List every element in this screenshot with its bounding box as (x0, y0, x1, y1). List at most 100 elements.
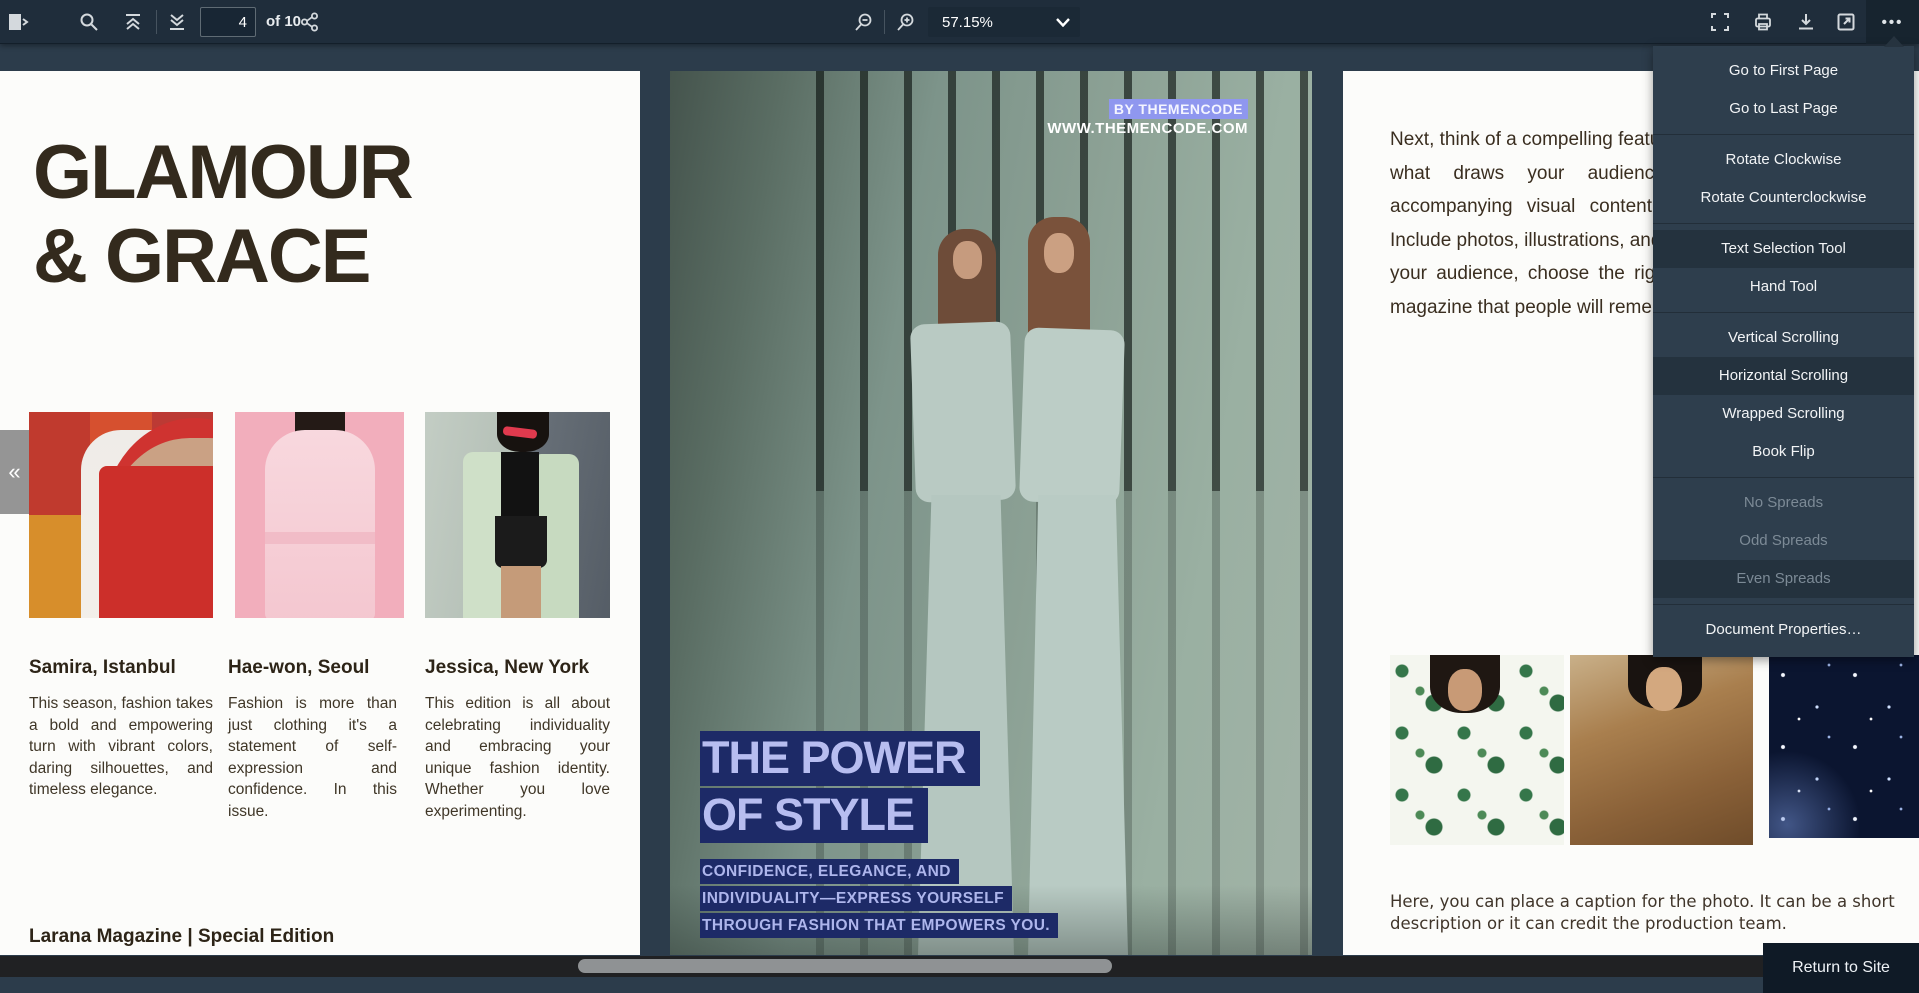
art-shape (1646, 667, 1682, 711)
sidebar-toggle-icon (8, 13, 30, 31)
magazine-page-left: GLAMOUR & GRACE (0, 71, 640, 955)
search-button[interactable] (73, 6, 105, 38)
caption-line: description or it can credit the product… (1390, 913, 1919, 935)
art-shape (501, 566, 541, 618)
sidebar-toggle-button[interactable] (3, 6, 35, 38)
zoom-in-icon (896, 12, 916, 32)
toolbar: of 10 57.15% (0, 0, 1919, 44)
menu-separator (1653, 223, 1914, 224)
photo-haewon (235, 412, 404, 618)
pdf-viewer-app: of 10 57.15% (0, 0, 1919, 993)
byline-block: BY THEMENCODE WWW.THEMENCODE.COM (1047, 99, 1248, 137)
menu-item-even-spreads: Even Spreads (1653, 560, 1914, 598)
first-page-icon (123, 12, 143, 32)
menu-item-go-to-first-page[interactable]: Go to First Page (1653, 52, 1914, 90)
subtitle-line: INDIVIDUALITY—EXPRESS YOURSELF (700, 886, 1012, 911)
model-photo-row (29, 412, 610, 618)
menu-item-horizontal-scrolling[interactable]: Horizontal Scrolling (1653, 357, 1914, 395)
share-icon (300, 12, 320, 32)
model-name: Hae-won, Seoul (228, 657, 397, 679)
art-shape (1448, 669, 1482, 711)
page-number-input[interactable] (200, 7, 256, 37)
photo-row (1343, 655, 1919, 847)
title-line-2: & GRACE (33, 215, 412, 299)
menu-item-odd-spreads: Odd Spreads (1653, 522, 1914, 560)
toolbar-separator (884, 10, 885, 34)
model-description: This edition is all about celebrating in… (425, 693, 610, 822)
search-icon (79, 12, 99, 32)
byline-text-selected: BY THEMENCODE (1109, 99, 1248, 119)
print-button[interactable] (1747, 6, 1779, 38)
website-text: WWW.THEMENCODE.COM (1047, 120, 1248, 137)
menu-separator (1653, 134, 1914, 135)
toolbar-separator (156, 10, 157, 34)
download-icon (1796, 12, 1816, 32)
secondary-menu: Go to First Page Go to Last Page Rotate … (1653, 46, 1914, 657)
feature-title-line-1: THE POWER (700, 731, 980, 786)
horizontal-scrollbar-thumb[interactable] (578, 959, 1112, 973)
menu-item-hand-tool[interactable]: Hand Tool (1653, 268, 1914, 306)
zoom-out-button[interactable] (848, 6, 880, 38)
art-shape (495, 516, 547, 568)
first-page-button[interactable] (117, 6, 149, 38)
model-name: Jessica, New York (425, 657, 610, 679)
share-button[interactable] (294, 6, 326, 38)
print-icon (1753, 12, 1773, 32)
zoom-in-button[interactable] (890, 6, 922, 38)
art-shape (910, 321, 1016, 502)
menu-separator (1653, 477, 1914, 478)
feature-title-line-2: OF STYLE (700, 788, 928, 843)
open-external-icon (1836, 12, 1856, 32)
menu-item-rotate-counterclockwise[interactable]: Rotate Counterclockwise (1653, 179, 1914, 217)
zoom-level-value: 57.15% (942, 14, 1056, 31)
menu-caret (1884, 36, 1904, 47)
subtitle-line: THROUGH FASHION THAT EMPOWERS YOU. (700, 913, 1058, 938)
photo-floral-dress (1390, 655, 1564, 845)
model-name: Samira, Istanbul (29, 657, 213, 679)
caption-line: Here, you can place a caption for the ph… (1390, 891, 1919, 913)
menu-item-book-flip[interactable]: Book Flip (1653, 433, 1914, 471)
art-shape (99, 466, 213, 618)
art-shape (265, 532, 375, 544)
return-to-site-button[interactable]: Return to Site (1763, 943, 1919, 993)
photo-jessica (425, 412, 610, 618)
photo-knit-sweater (1570, 655, 1753, 845)
menu-item-no-spreads: No Spreads (1653, 484, 1914, 522)
menu-separator (1653, 604, 1914, 605)
chevron-down-icon (1056, 14, 1070, 31)
photo-caption: Here, you can place a caption for the ph… (1390, 891, 1919, 935)
last-page-button[interactable] (161, 6, 193, 38)
title-line-1: GLAMOUR (33, 131, 412, 215)
zoom-level-select[interactable]: 57.15% (928, 7, 1080, 37)
art-shape (953, 241, 982, 279)
art-shape (265, 430, 375, 618)
menu-item-wrapped-scrolling[interactable]: Wrapped Scrolling (1653, 395, 1914, 433)
feature-subtitle-selected: CONFIDENCE, ELEGANCE, AND INDIVIDUALITY—… (700, 859, 1058, 940)
art-shape (1769, 748, 1859, 838)
page-title: GLAMOUR & GRACE (33, 131, 412, 299)
menu-item-rotate-clockwise[interactable]: Rotate Clockwise (1653, 141, 1914, 179)
presentation-mode-button[interactable] (1704, 6, 1736, 38)
art-shape (501, 452, 539, 518)
art-shape (1019, 327, 1125, 504)
subtitle-line: CONFIDENCE, ELEGANCE, AND (700, 859, 959, 884)
magazine-footer: Larana Magazine | Special Edition (29, 926, 334, 948)
menu-separator (1653, 312, 1914, 313)
feature-title-selected: THE POWER OF STYLE (700, 731, 980, 845)
download-button[interactable] (1790, 6, 1822, 38)
previous-page-nav-button[interactable]: « (0, 430, 29, 514)
horizontal-scrollbar-track[interactable] (0, 956, 1919, 977)
photo-samira-collage (29, 412, 213, 618)
fullscreen-icon (1710, 12, 1730, 32)
open-external-button[interactable] (1830, 6, 1862, 38)
model-description: This season, fashion takes a bold and em… (29, 693, 213, 801)
double-chevron-left-icon: « (8, 459, 20, 484)
magazine-page-center: BY THEMENCODE WWW.THEMENCODE.COM THE POW… (670, 71, 1312, 955)
model-description: Fashion is more than just clothing it's … (228, 693, 397, 822)
menu-item-text-selection-tool[interactable]: Text Selection Tool (1653, 230, 1914, 268)
ellipsis-icon: ••• (1882, 14, 1904, 31)
menu-item-vertical-scrolling[interactable]: Vertical Scrolling (1653, 319, 1914, 357)
photo-night-sparkle (1769, 655, 1919, 838)
menu-item-document-properties[interactable]: Document Properties… (1653, 611, 1914, 649)
menu-item-go-to-last-page[interactable]: Go to Last Page (1653, 90, 1914, 128)
